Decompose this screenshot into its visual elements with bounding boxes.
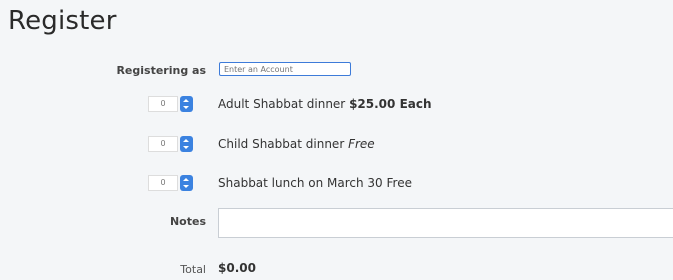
notes-label: Notes: [169, 215, 206, 228]
item-price: $25.00 Each: [349, 97, 432, 111]
quantity-value[interactable]: 0: [148, 96, 178, 112]
quantity-value[interactable]: 0: [148, 136, 178, 152]
quantity-value[interactable]: 0: [148, 175, 178, 191]
item-name: Shabbat lunch on March 30: [218, 176, 383, 190]
registration-panel: Register Registering as 0 Adult Shabbat …: [0, 0, 673, 280]
page-title: Register: [8, 6, 117, 36]
item-label-adult-dinner: Adult Shabbat dinner $25.00 Each: [218, 97, 432, 111]
spinner-arrows-icon[interactable]: [180, 96, 193, 112]
quantity-stepper[interactable]: 0: [148, 96, 194, 112]
registering-as-label: Registering as: [116, 64, 206, 77]
item-price: Free: [348, 137, 375, 151]
total-amount: $0.00: [218, 261, 256, 275]
item-name: Adult Shabbat dinner: [218, 97, 346, 111]
spinner-arrows-icon[interactable]: [180, 136, 193, 152]
notes-field[interactable]: [218, 208, 673, 238]
total-label: Total: [180, 263, 206, 276]
account-search-input[interactable]: [219, 62, 351, 76]
item-label-child-dinner: Child Shabbat dinner Free: [218, 137, 375, 151]
item-name: Child Shabbat dinner: [218, 137, 345, 151]
quantity-stepper[interactable]: 0: [148, 175, 194, 191]
spinner-arrows-icon[interactable]: [180, 175, 193, 191]
quantity-stepper[interactable]: 0: [148, 136, 194, 152]
item-label-shabbat-lunch: Shabbat lunch on March 30 Free: [218, 176, 412, 190]
item-price: Free: [386, 176, 412, 190]
